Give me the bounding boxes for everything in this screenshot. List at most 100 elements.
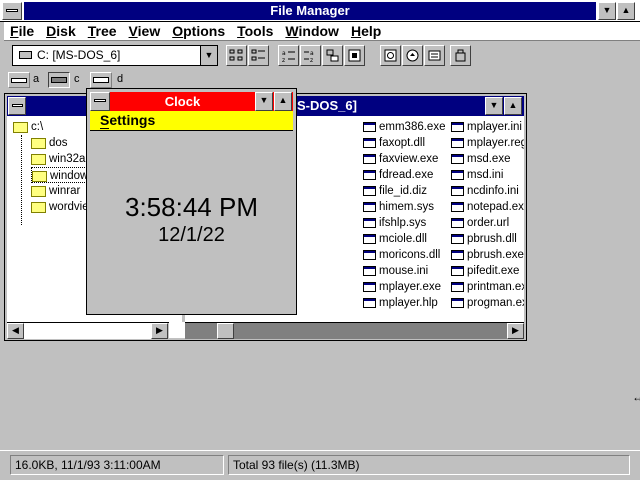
file-item[interactable]: order.url: [450, 215, 509, 231]
file-item[interactable]: pbrush.exe: [450, 247, 524, 263]
clock-titlebar[interactable]: Clock ▼ ▲: [90, 92, 293, 111]
file-item[interactable]: mciole.dll: [362, 231, 427, 247]
menu-settings[interactable]: Settings: [100, 112, 155, 128]
drive-d-label: d: [117, 73, 124, 85]
drive-select[interactable]: C: [MS-DOS_6] ▼: [12, 45, 218, 66]
file-name: mplayer.ini: [467, 121, 522, 133]
file-scroll-thumb[interactable]: [217, 323, 234, 339]
menu-disk[interactable]: Disk: [40, 22, 82, 40]
sort-by-size-button[interactable]: [322, 45, 343, 66]
drive-c-button[interactable]: [48, 72, 70, 88]
scroll-track[interactable]: [24, 323, 151, 339]
clock-face: 3:58:44 PM 12/1/22: [90, 132, 293, 311]
file-item[interactable]: file_id.diz: [362, 183, 427, 199]
file-item[interactable]: faxopt.dll: [362, 135, 425, 151]
tree-lines: [21, 135, 22, 225]
dropdown-arrow-icon[interactable]: ▼: [200, 46, 217, 65]
file-name: emm386.exe: [379, 121, 446, 133]
clock-maximize-button[interactable]: ▲: [274, 92, 292, 111]
file-horizontal-scrollbar[interactable]: ▶: [185, 322, 524, 339]
app-title: File Manager: [24, 2, 596, 20]
clock-minimize-button[interactable]: ▼: [255, 92, 273, 111]
disconnect-drive-button[interactable]: [248, 45, 269, 66]
connect-network-drive-button[interactable]: [226, 45, 247, 66]
file-icon: [451, 266, 464, 276]
clock-window[interactable]: Clock ▼ ▲ Settings 3:58:44 PM 12/1/22: [86, 88, 297, 315]
sort-by-type-button[interactable]: az: [300, 45, 321, 66]
file-name: pbrush.dll: [467, 233, 517, 245]
tree-root[interactable]: c:\: [13, 119, 43, 135]
file-item[interactable]: ncdinfo.ini: [450, 183, 519, 199]
menu-help[interactable]: Help: [345, 22, 387, 40]
file-icon: [363, 266, 376, 276]
tool-button[interactable]: [450, 45, 471, 66]
file-item[interactable]: mplayer.reg: [450, 135, 524, 151]
file-icon: [363, 234, 376, 244]
menu-file[interactable]: File: [4, 22, 40, 40]
file-icon: [363, 202, 376, 212]
file-name: mplayer.exe: [379, 281, 442, 293]
drive-a-button[interactable]: [8, 72, 30, 88]
maximize-button[interactable]: ▲: [617, 2, 635, 20]
clock-time: 3:58:44 PM: [125, 192, 258, 222]
menu-tree[interactable]: Tree: [82, 22, 123, 40]
share-icon: [406, 49, 419, 62]
file-item[interactable]: ifshlp.sys: [362, 215, 426, 231]
file-item[interactable]: himem.sys: [362, 199, 434, 215]
file-name: moricons.dll: [379, 249, 441, 261]
file-item[interactable]: pifedit.exe: [450, 263, 519, 279]
file-name: msd.exe: [467, 153, 511, 165]
app-titlebar[interactable]: File Manager ▼ ▲: [0, 0, 640, 22]
system-menu-button[interactable]: [2, 2, 22, 20]
file-item[interactable]: emm386.exe: [362, 119, 445, 135]
file-item[interactable]: pbrush.dll: [450, 231, 517, 247]
sort-by-name-button[interactable]: az: [278, 45, 299, 66]
file-icon: [363, 298, 376, 308]
drive-d-button[interactable]: [90, 72, 112, 88]
directory-system-menu[interactable]: [8, 97, 26, 115]
drive-a-label: a: [33, 73, 40, 85]
clock-system-menu[interactable]: [90, 92, 110, 111]
file-item[interactable]: msd.ini: [450, 167, 503, 183]
share-button[interactable]: [402, 45, 423, 66]
tree-horizontal-scrollbar[interactable]: ◀ ▶: [7, 322, 169, 339]
tree-item-dos[interactable]: dos: [31, 135, 68, 151]
file-item[interactable]: notepad.exe: [450, 199, 524, 215]
drive-icon: [19, 51, 32, 59]
svg-text:z: z: [282, 57, 285, 63]
file-item[interactable]: mouse.ini: [362, 263, 428, 279]
tree-item-win32ap[interactable]: win32ap: [31, 151, 92, 167]
file-item[interactable]: msd.exe: [450, 151, 510, 167]
clock-title: Clock: [164, 94, 201, 109]
directory-minimize-button[interactable]: ▼: [485, 97, 503, 115]
file-item[interactable]: mplayer.hlp: [362, 295, 438, 311]
file-item[interactable]: progman.exe: [450, 295, 524, 311]
stop-sharing-button[interactable]: [424, 45, 445, 66]
tree-item-winrar[interactable]: winrar: [31, 183, 80, 199]
menu-view[interactable]: View: [123, 22, 167, 40]
floppy-drive-icon: [11, 78, 27, 83]
minimize-button[interactable]: ▼: [598, 2, 616, 20]
menu-tools[interactable]: Tools: [231, 22, 279, 40]
sort-by-date-button[interactable]: [344, 45, 365, 66]
file-scroll-right-button[interactable]: ▶: [507, 323, 524, 339]
scroll-left-button[interactable]: ◀: [7, 323, 24, 339]
scroll-right-button[interactable]: ▶: [151, 323, 168, 339]
disk-copy-button[interactable]: [380, 45, 401, 66]
menu-options[interactable]: Options: [166, 22, 231, 40]
file-item[interactable]: moricons.dll: [362, 247, 440, 263]
tree-item-windows[interactable]: windows: [31, 167, 96, 183]
file-item[interactable]: faxview.exe: [362, 151, 438, 167]
file-icon: [451, 298, 464, 308]
file-item[interactable]: mplayer.ini: [450, 119, 522, 135]
file-icon: [451, 122, 464, 132]
directory-maximize-button[interactable]: ▲: [504, 97, 522, 115]
file-name: notepad.exe: [467, 201, 524, 213]
network-drive-icon: [229, 49, 243, 61]
file-icon: [451, 202, 464, 212]
file-item[interactable]: printman.exe: [450, 279, 524, 295]
file-item[interactable]: mplayer.exe: [362, 279, 441, 295]
resize-cursor-icon: ↔: [632, 390, 640, 404]
file-item[interactable]: fdread.exe: [362, 167, 433, 183]
menu-window[interactable]: Window: [279, 22, 345, 40]
